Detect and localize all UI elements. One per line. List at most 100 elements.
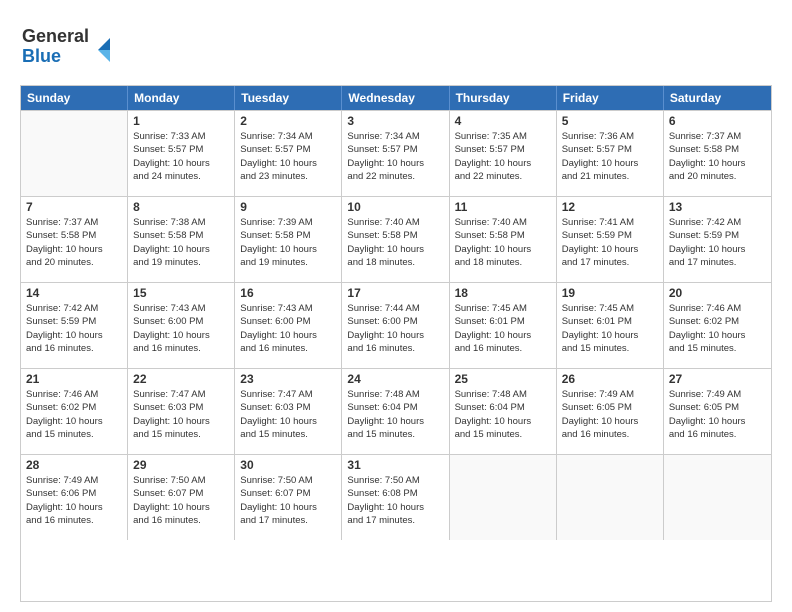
calendar-row: 21 Sunrise: 7:46 AM Sunset: 6:02 PM Dayli…	[21, 368, 771, 454]
cell-content: Sunrise: 7:49 AM Sunset: 6:05 PM Dayligh…	[669, 388, 766, 441]
day-number: 21	[26, 372, 122, 386]
calendar-cell	[557, 455, 664, 540]
day-number: 7	[26, 200, 122, 214]
calendar-cell: 10Sunrise: 7:40 AM Sunset: 5:58 PM Dayli…	[342, 197, 449, 282]
calendar-cell: 18 Sunrise: 7:45 AM Sunset: 6:01 PM Dayli…	[450, 283, 557, 368]
day-number: 25	[455, 372, 551, 386]
cell-content: Sunrise: 7:39 AM Sunset: 5:58 PM Dayligh…	[240, 216, 336, 269]
day-number: 17	[347, 286, 443, 300]
day-number: 10	[347, 200, 443, 214]
calendar-cell	[21, 111, 128, 196]
calendar-cell: 8 Sunrise: 7:38 AM Sunset: 5:58 PM Daylig…	[128, 197, 235, 282]
calendar-cell: 19Sunrise: 7:45 AM Sunset: 6:01 PM Dayli…	[557, 283, 664, 368]
calendar-cell: 28 Sunrise: 7:49 AM Sunset: 6:06 PM Dayli…	[21, 455, 128, 540]
header: General Blue	[20, 20, 772, 75]
calendar-cell: 3Sunrise: 7:34 AM Sunset: 5:57 PM Daylig…	[342, 111, 449, 196]
calendar-cell: 29 Sunrise: 7:50 AM Sunset: 6:07 PM Dayli…	[128, 455, 235, 540]
cell-content: Sunrise: 7:36 AM Sunset: 5:57 PM Dayligh…	[562, 130, 658, 183]
cell-content: Sunrise: 7:48 AM Sunset: 6:04 PM Dayligh…	[455, 388, 551, 441]
calendar-cell: 12Sunrise: 7:41 AM Sunset: 5:59 PM Dayli…	[557, 197, 664, 282]
calendar-row: 1 Sunrise: 7:33 AM Sunset: 5:57 PM Daylig…	[21, 110, 771, 196]
header-day: Tuesday	[235, 86, 342, 110]
calendar-cell: 11 Sunrise: 7:40 AM Sunset: 5:58 PM Dayli…	[450, 197, 557, 282]
calendar-cell: 25 Sunrise: 7:48 AM Sunset: 6:04 PM Dayli…	[450, 369, 557, 454]
day-number: 24	[347, 372, 443, 386]
day-number: 18	[455, 286, 551, 300]
day-number: 19	[562, 286, 658, 300]
header-day: Sunday	[21, 86, 128, 110]
cell-content: Sunrise: 7:47 AM Sunset: 6:03 PM Dayligh…	[133, 388, 229, 441]
cell-content: Sunrise: 7:42 AM Sunset: 5:59 PM Dayligh…	[26, 302, 122, 355]
cell-content: Sunrise: 7:46 AM Sunset: 6:02 PM Dayligh…	[26, 388, 122, 441]
day-number: 1	[133, 114, 229, 128]
calendar-cell: 15Sunrise: 7:43 AM Sunset: 6:00 PM Dayli…	[128, 283, 235, 368]
calendar-cell: 27 Sunrise: 7:49 AM Sunset: 6:05 PM Dayli…	[664, 369, 771, 454]
cell-content: Sunrise: 7:50 AM Sunset: 6:08 PM Dayligh…	[347, 474, 443, 527]
calendar-cell: 1 Sunrise: 7:33 AM Sunset: 5:57 PM Daylig…	[128, 111, 235, 196]
logo: General Blue	[20, 20, 125, 75]
day-number: 28	[26, 458, 122, 472]
calendar-cell	[450, 455, 557, 540]
logo-svg: General Blue	[20, 20, 125, 70]
page: General Blue SundayMondayTuesdayWednesda…	[0, 0, 792, 612]
calendar-cell: 24 Sunrise: 7:48 AM Sunset: 6:04 PM Dayli…	[342, 369, 449, 454]
cell-content: Sunrise: 7:48 AM Sunset: 6:04 PM Dayligh…	[347, 388, 443, 441]
day-number: 2	[240, 114, 336, 128]
cell-content: Sunrise: 7:50 AM Sunset: 6:07 PM Dayligh…	[133, 474, 229, 527]
day-number: 31	[347, 458, 443, 472]
cell-content: Sunrise: 7:34 AM Sunset: 5:57 PM Dayligh…	[347, 130, 443, 183]
calendar-cell: 6 Sunrise: 7:37 AM Sunset: 5:58 PM Daylig…	[664, 111, 771, 196]
cell-content: Sunrise: 7:34 AM Sunset: 5:57 PM Dayligh…	[240, 130, 336, 183]
calendar-cell: 7 Sunrise: 7:37 AM Sunset: 5:58 PM Daylig…	[21, 197, 128, 282]
cell-content: Sunrise: 7:42 AM Sunset: 5:59 PM Dayligh…	[669, 216, 766, 269]
day-number: 27	[669, 372, 766, 386]
day-number: 9	[240, 200, 336, 214]
cell-content: Sunrise: 7:41 AM Sunset: 5:59 PM Dayligh…	[562, 216, 658, 269]
cell-content: Sunrise: 7:40 AM Sunset: 5:58 PM Dayligh…	[455, 216, 551, 269]
cell-content: Sunrise: 7:46 AM Sunset: 6:02 PM Dayligh…	[669, 302, 766, 355]
calendar-cell: 4Sunrise: 7:35 AM Sunset: 5:57 PM Daylig…	[450, 111, 557, 196]
calendar-cell: 22Sunrise: 7:47 AM Sunset: 6:03 PM Dayli…	[128, 369, 235, 454]
svg-text:General: General	[22, 26, 89, 46]
header-day: Thursday	[450, 86, 557, 110]
calendar-cell: 26Sunrise: 7:49 AM Sunset: 6:05 PM Dayli…	[557, 369, 664, 454]
cell-content: Sunrise: 7:37 AM Sunset: 5:58 PM Dayligh…	[669, 130, 766, 183]
calendar: SundayMondayTuesdayWednesdayThursdayFrid…	[20, 85, 772, 602]
header-day: Saturday	[664, 86, 771, 110]
cell-content: Sunrise: 7:43 AM Sunset: 6:00 PM Dayligh…	[133, 302, 229, 355]
day-number: 14	[26, 286, 122, 300]
cell-content: Sunrise: 7:50 AM Sunset: 6:07 PM Dayligh…	[240, 474, 336, 527]
cell-content: Sunrise: 7:45 AM Sunset: 6:01 PM Dayligh…	[455, 302, 551, 355]
day-number: 8	[133, 200, 229, 214]
cell-content: Sunrise: 7:43 AM Sunset: 6:00 PM Dayligh…	[240, 302, 336, 355]
calendar-cell: 21 Sunrise: 7:46 AM Sunset: 6:02 PM Dayli…	[21, 369, 128, 454]
day-number: 5	[562, 114, 658, 128]
calendar-cell	[664, 455, 771, 540]
calendar-cell: 20Sunrise: 7:46 AM Sunset: 6:02 PM Dayli…	[664, 283, 771, 368]
calendar-cell: 2 Sunrise: 7:34 AM Sunset: 5:57 PM Daylig…	[235, 111, 342, 196]
calendar-cell: 9 Sunrise: 7:39 AM Sunset: 5:58 PM Daylig…	[235, 197, 342, 282]
cell-content: Sunrise: 7:37 AM Sunset: 5:58 PM Dayligh…	[26, 216, 122, 269]
calendar-body: 1 Sunrise: 7:33 AM Sunset: 5:57 PM Daylig…	[21, 110, 771, 540]
header-day: Monday	[128, 86, 235, 110]
day-number: 11	[455, 200, 551, 214]
cell-content: Sunrise: 7:33 AM Sunset: 5:57 PM Dayligh…	[133, 130, 229, 183]
cell-content: Sunrise: 7:49 AM Sunset: 6:05 PM Dayligh…	[562, 388, 658, 441]
day-number: 4	[455, 114, 551, 128]
header-day: Wednesday	[342, 86, 449, 110]
calendar-header: SundayMondayTuesdayWednesdayThursdayFrid…	[21, 86, 771, 110]
calendar-cell: 14 Sunrise: 7:42 AM Sunset: 5:59 PM Dayli…	[21, 283, 128, 368]
day-number: 30	[240, 458, 336, 472]
cell-content: Sunrise: 7:47 AM Sunset: 6:03 PM Dayligh…	[240, 388, 336, 441]
calendar-cell: 5 Sunrise: 7:36 AM Sunset: 5:57 PM Daylig…	[557, 111, 664, 196]
day-number: 29	[133, 458, 229, 472]
calendar-cell: 13 Sunrise: 7:42 AM Sunset: 5:59 PM Dayli…	[664, 197, 771, 282]
cell-content: Sunrise: 7:49 AM Sunset: 6:06 PM Dayligh…	[26, 474, 122, 527]
cell-content: Sunrise: 7:38 AM Sunset: 5:58 PM Dayligh…	[133, 216, 229, 269]
day-number: 6	[669, 114, 766, 128]
cell-content: Sunrise: 7:44 AM Sunset: 6:00 PM Dayligh…	[347, 302, 443, 355]
svg-text:Blue: Blue	[22, 46, 61, 66]
calendar-cell: 17 Sunrise: 7:44 AM Sunset: 6:00 PM Dayli…	[342, 283, 449, 368]
day-number: 13	[669, 200, 766, 214]
calendar-cell: 31 Sunrise: 7:50 AM Sunset: 6:08 PM Dayli…	[342, 455, 449, 540]
